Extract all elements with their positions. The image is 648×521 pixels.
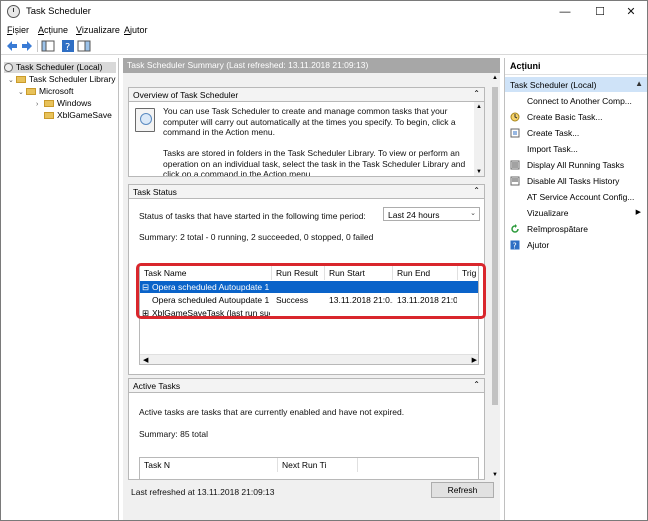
summary-scroll-area: Overview of Task Scheduler ⌃ You can use…: [123, 73, 490, 480]
menu-fisier[interactable]: Fișier: [7, 25, 29, 35]
menu-vizualizare[interactable]: Vizualizare: [76, 25, 120, 35]
action-create-basic-task[interactable]: Create Basic Task...: [505, 110, 647, 125]
time-period-dropdown[interactable]: Last 24 hours ⌄: [383, 207, 480, 221]
menu-bar: Fișier Acțiune Vizualizare Ajutor: [1, 23, 647, 38]
toolbar: ?: [1, 38, 647, 55]
summary-footer: Last refreshed at 13.11.2018 21:09:13 Re…: [123, 480, 500, 520]
overview-section-body: You can use Task Scheduler to create and…: [128, 102, 485, 177]
tree-item-task-scheduler-library[interactable]: ⌄ Task Scheduler Library: [8, 74, 115, 85]
chevron-down-icon: ⌄: [470, 210, 476, 217]
folder-icon: [26, 88, 36, 96]
action-disable-all-tasks-history[interactable]: Disable All Tasks History: [505, 174, 647, 189]
submenu-arrow-icon: ▶: [635, 209, 641, 216]
column-task-name[interactable]: Task N: [140, 458, 278, 472]
tree-item-xblgamesave[interactable]: XblGameSave: [36, 110, 112, 121]
last-refreshed-label: Last refreshed at 13.11.2018 21:09:13: [131, 487, 275, 497]
overview-text-2: Tasks are stored in folders in the Task …: [163, 148, 466, 177]
highlight-frame: [136, 263, 486, 319]
show-hide-console-tree-icon[interactable]: [41, 39, 55, 53]
scroll-right-icon[interactable]: ▶: [472, 356, 477, 364]
active-tasks-section-header[interactable]: Active Tasks ⌃: [128, 378, 485, 393]
period-label: Status of tasks that have started in the…: [139, 211, 366, 221]
close-button[interactable]: ✕: [615, 1, 647, 23]
overview-scrollbar[interactable]: ▲ ▼: [474, 102, 484, 176]
scroll-left-icon[interactable]: ◀: [143, 356, 148, 364]
menu-ajutor[interactable]: Ajutor: [124, 25, 148, 35]
help-icon: ?: [510, 240, 520, 250]
column-next-run-time[interactable]: Next Run Ti: [278, 458, 358, 472]
action-display-all-running-tasks[interactable]: Display All Running Tasks: [505, 158, 647, 173]
collapse-chevron-icon[interactable]: ⌄: [8, 76, 16, 84]
back-arrow-icon[interactable]: [5, 39, 19, 53]
collapse-up-icon[interactable]: ▲: [635, 79, 643, 88]
active-tasks-summary: Summary: 85 total: [139, 429, 208, 439]
active-tasks-grid: Task N Next Run Ti: [139, 457, 479, 479]
action-at-service-account-configuration[interactable]: AT Service Account Config...: [505, 190, 647, 205]
task-scheduler-app-icon: [7, 5, 20, 18]
task-scheduler-info-icon: [135, 108, 155, 132]
folder-icon: [44, 100, 54, 108]
folder-icon: [16, 76, 26, 84]
clock-icon: [4, 63, 13, 73]
summary-scrollbar[interactable]: ▲ ▼: [490, 73, 500, 480]
menu-actiune[interactable]: Acțiune: [38, 25, 68, 35]
console-tree: Task Scheduler (Local) ⌄ Task Scheduler L…: [2, 58, 119, 520]
folder-icon: [44, 112, 54, 120]
action-vizualizare[interactable]: Vizualizare ▶: [505, 206, 647, 221]
action-ajutor[interactable]: ? Ajutor: [505, 238, 647, 253]
task-status-hscrollbar[interactable]: ◀ ▶: [140, 354, 478, 364]
actions-group-task-scheduler-local[interactable]: Task Scheduler (Local) ▲: [505, 77, 647, 92]
svg-text:?: ?: [65, 42, 70, 53]
tree-item-task-scheduler-local[interactable]: Task Scheduler (Local): [4, 62, 116, 73]
summary-header: Task Scheduler Summary (Last refreshed: …: [123, 58, 500, 73]
toolbar-separator: [37, 40, 38, 52]
tree-item-microsoft[interactable]: ⌄ Microsoft: [18, 86, 73, 97]
title-bar: Task Scheduler — ☐ ✕: [1, 1, 647, 23]
action-reimprospatare[interactable]: Reîmprospătare: [505, 222, 647, 237]
show-hide-action-pane-icon[interactable]: [77, 39, 91, 53]
actions-pane: Acțiuni Task Scheduler (Local) ▲ Connect…: [504, 58, 647, 520]
scroll-up-icon[interactable]: ▲: [476, 104, 482, 110]
collapse-chevron-icon[interactable]: ⌄: [18, 88, 26, 96]
collapse-chevron-icon[interactable]: ⌃: [473, 380, 480, 389]
create-task-icon: [510, 128, 520, 138]
refresh-icon: [511, 224, 519, 233]
task-scheduler-window: Task Scheduler — ☐ ✕ Fișier Acțiune Vizu…: [0, 0, 648, 521]
overview-section-header[interactable]: Overview of Task Scheduler ⌃: [128, 87, 485, 102]
scroll-up-icon[interactable]: ▲: [492, 75, 498, 81]
help-icon[interactable]: ?: [61, 39, 75, 53]
maximize-button[interactable]: ☐: [584, 1, 616, 23]
task-status-section-header[interactable]: Task Status ⌃: [128, 184, 485, 199]
scroll-down-icon[interactable]: ▼: [492, 472, 498, 478]
window-title: Task Scheduler: [26, 6, 91, 17]
task-status-summary: Summary: 2 total - 0 running, 2 succeede…: [139, 232, 374, 242]
overview-text-1: You can use Task Scheduler to create and…: [163, 106, 456, 137]
scrollbar-thumb[interactable]: [492, 87, 498, 405]
scroll-down-icon[interactable]: ▼: [476, 169, 482, 175]
active-tasks-description: Active tasks are tasks that are currentl…: [139, 407, 405, 417]
expand-chevron-icon[interactable]: ›: [36, 101, 44, 108]
tree-item-windows[interactable]: › Windows: [36, 98, 91, 109]
basic-task-icon: [510, 112, 520, 122]
minimize-button[interactable]: —: [549, 1, 581, 23]
collapse-chevron-icon[interactable]: ⌃: [473, 89, 480, 98]
history-icon: [510, 176, 520, 186]
summary-pane: Task Scheduler Summary (Last refreshed: …: [123, 58, 500, 520]
action-import-task[interactable]: Import Task...: [505, 142, 647, 157]
actions-title: Acțiuni: [505, 58, 647, 75]
svg-text:?: ?: [513, 242, 517, 251]
refresh-button[interactable]: Refresh: [431, 482, 494, 498]
action-connect-to-another-computer[interactable]: Connect to Another Comp...: [505, 94, 647, 109]
action-create-task[interactable]: Create Task...: [505, 126, 647, 141]
forward-arrow-icon[interactable]: [20, 39, 34, 53]
running-tasks-icon: [510, 160, 520, 170]
active-tasks-section-body: Active tasks are tasks that are currentl…: [128, 393, 485, 480]
collapse-chevron-icon[interactable]: ⌃: [473, 186, 480, 195]
